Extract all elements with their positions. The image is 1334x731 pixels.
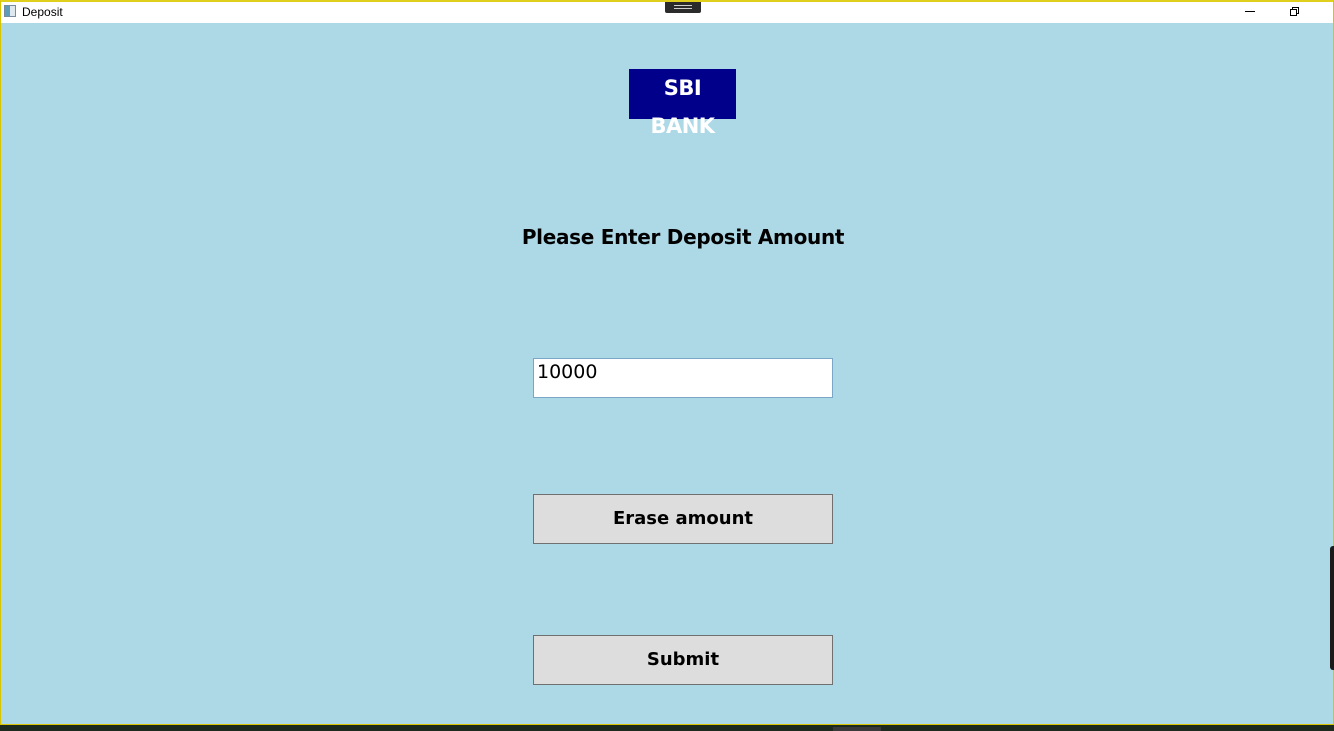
deposit-heading: Please Enter Deposit Amount [521, 225, 845, 249]
window-app-icon [4, 5, 16, 17]
deposit-amount-input[interactable] [533, 358, 833, 398]
title-bar[interactable]: Deposit [1, 2, 1333, 23]
submit-button[interactable]: Submit [533, 635, 833, 685]
window-title: Deposit [22, 5, 63, 19]
deposit-window: Deposit SBI BANK Please Enter Deposit Am… [0, 0, 1334, 725]
erase-amount-button[interactable]: Erase amount [533, 494, 833, 544]
restore-icon[interactable] [1280, 3, 1310, 21]
taskbar-item-highlight [833, 727, 881, 731]
snap-grip-handle-icon[interactable] [665, 2, 701, 13]
side-panel-handle[interactable] [1330, 546, 1334, 670]
bank-logo: SBI BANK [629, 69, 736, 138]
taskbar-edge [0, 725, 1334, 731]
minimize-icon[interactable] [1235, 3, 1265, 21]
